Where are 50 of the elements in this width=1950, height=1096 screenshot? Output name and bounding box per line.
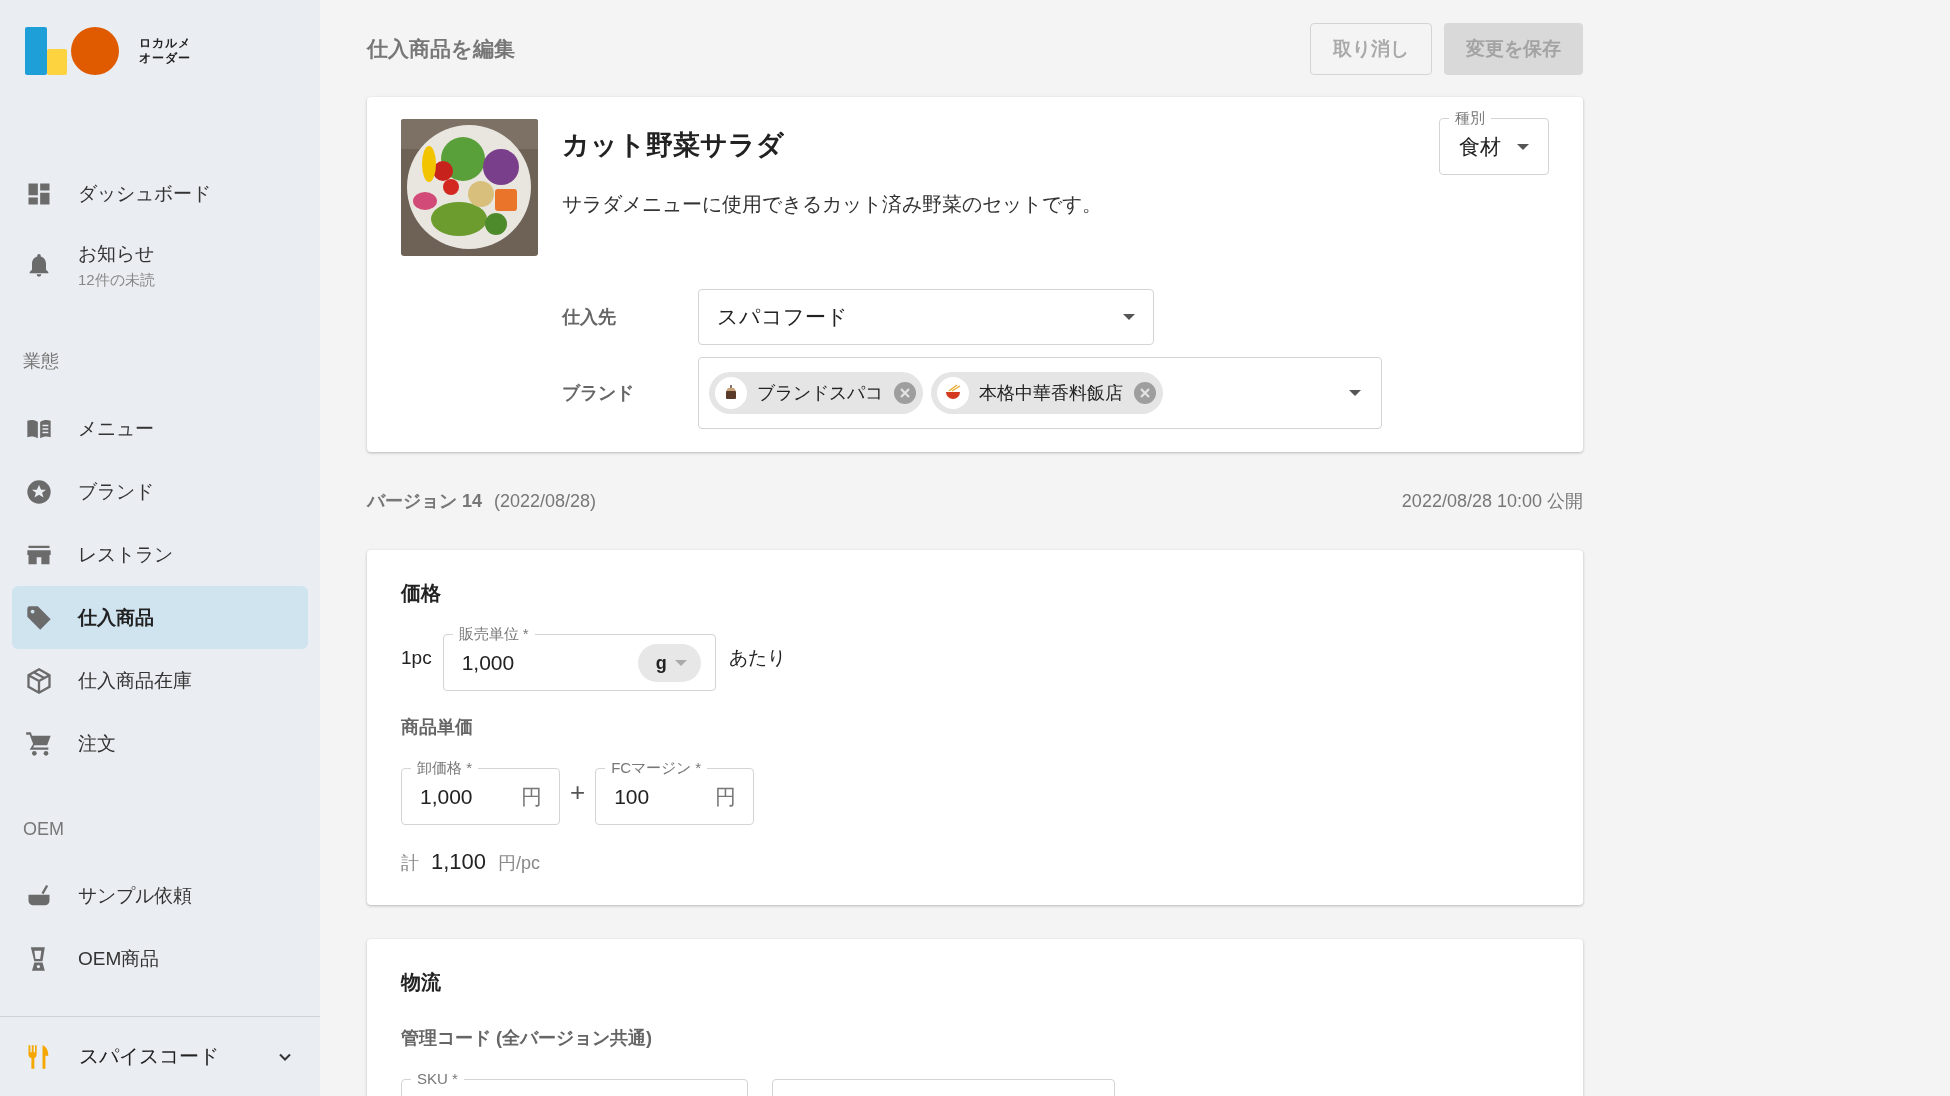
total-value: 1,100 bbox=[431, 849, 487, 875]
brand-select[interactable]: ブランドスパコ 本格中華香料飯店 bbox=[698, 357, 1382, 429]
page-title: 仕入商品を編集 bbox=[367, 35, 516, 62]
nav-item[interactable]: ダッシュボード bbox=[12, 162, 308, 225]
field-label: ブランド bbox=[562, 382, 635, 405]
publish-time: 2022/08/28 10:00 公開 bbox=[1401, 490, 1583, 513]
remove-icon bbox=[893, 381, 917, 405]
nav-item[interactable]: ブランド bbox=[12, 460, 308, 523]
dropdown-icon bbox=[1349, 390, 1361, 396]
nav-item[interactable]: お知らせ 12件の未読 bbox=[12, 225, 308, 305]
product-description: サラダメニューに使用できるカット済み野菜のセットです。 bbox=[562, 192, 1103, 217]
sales-unit-field[interactable]: 販売単位 * 1,000 g bbox=[442, 625, 716, 691]
field-label: 仕入先 bbox=[562, 306, 617, 329]
brand-chip[interactable]: 本格中華香料飯店 bbox=[931, 372, 1163, 414]
category-select[interactable]: 種別 食材 bbox=[1439, 109, 1549, 175]
margin-field[interactable]: FCマージン * 100 円 bbox=[595, 759, 755, 825]
nav-item[interactable]: レストラン bbox=[12, 523, 308, 586]
workspace-switcher[interactable]: スパイスコード bbox=[0, 1016, 320, 1096]
total-unit: 円/pc bbox=[498, 852, 541, 875]
plus-sign: + bbox=[569, 776, 587, 808]
remove-icon bbox=[1133, 381, 1157, 405]
wholesale-price-field[interactable]: 卸価格 * 1,000 円 bbox=[401, 759, 560, 825]
nav-item[interactable]: OEM商品 bbox=[12, 927, 308, 990]
subsection-title: 商品単価 bbox=[401, 716, 474, 739]
brand-chip[interactable]: ブランドスパコ bbox=[709, 372, 923, 414]
supplier-select[interactable]: スパコフード bbox=[698, 289, 1154, 345]
unit-suffix: あたり bbox=[728, 646, 786, 670]
dropdown-icon bbox=[674, 660, 687, 666]
cart-icon bbox=[25, 729, 53, 758]
subsection-title: 管理コード (全バージョン共通) bbox=[401, 1027, 653, 1050]
nav-item[interactable]: 注文 bbox=[12, 712, 308, 775]
nav-item[interactable]: サンプル依頼 bbox=[12, 864, 308, 927]
section-label: 業態 bbox=[22, 350, 60, 373]
unit-prefix: 1pc bbox=[401, 647, 432, 669]
nav-item[interactable]: 仕入商品在庫 bbox=[12, 649, 308, 712]
version-date: (2022/08/28) bbox=[494, 490, 597, 512]
version-label: バージョン 14 bbox=[367, 490, 483, 513]
unit-select[interactable]: g bbox=[637, 644, 701, 682]
logo-text: ロカルメ オーダー bbox=[139, 36, 191, 66]
section-title: 物流 bbox=[401, 970, 442, 995]
dropdown-icon bbox=[1123, 314, 1135, 320]
total-label: 計 bbox=[401, 852, 419, 875]
section-label: OEM bbox=[22, 818, 65, 841]
nav-item[interactable]: メニュー bbox=[12, 397, 308, 460]
dropdown-icon bbox=[1517, 144, 1529, 150]
box-icon bbox=[25, 666, 53, 695]
tag-icon bbox=[25, 603, 53, 632]
nav-item[interactable]: 仕入商品 bbox=[12, 586, 308, 649]
section-title: 価格 bbox=[401, 581, 442, 606]
product-name: カット野菜サラダ bbox=[562, 129, 785, 162]
